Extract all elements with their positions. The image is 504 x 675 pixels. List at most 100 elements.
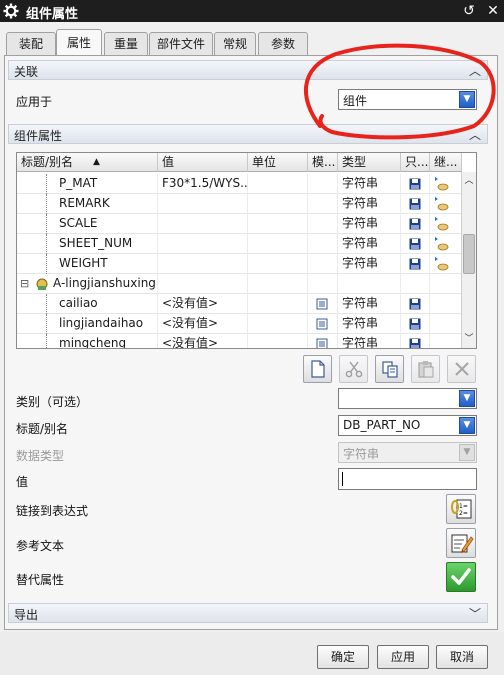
expression-icon: 1= 2= bbox=[451, 499, 472, 519]
link-expression-button[interactable]: 1= 2= bbox=[446, 494, 476, 524]
chevron-up-icon[interactable]: ︿ bbox=[469, 62, 481, 79]
cell-value bbox=[158, 214, 248, 234]
checkmark-icon bbox=[451, 568, 471, 585]
cell-readonly bbox=[401, 314, 430, 334]
chevron-down-icon[interactable]: ▼ bbox=[459, 417, 475, 434]
tab-weight[interactable]: 重量 bbox=[104, 32, 148, 56]
cell-type: 字符串 bbox=[338, 214, 401, 234]
cell-title-text: SCALE bbox=[59, 216, 98, 230]
cell-type: 字符串 bbox=[338, 234, 401, 254]
save-disk-icon bbox=[409, 258, 421, 270]
gear-icon bbox=[3, 3, 19, 19]
table-scrollbar[interactable]: ︿ ﹀ bbox=[461, 172, 476, 348]
save-disk-icon bbox=[409, 218, 421, 230]
cell-title: WEIGHT bbox=[17, 254, 158, 274]
column-unit[interactable]: 单位 bbox=[248, 153, 308, 172]
cell-template bbox=[308, 234, 338, 254]
column-readonly[interactable]: 只... bbox=[401, 153, 430, 172]
ok-button[interactable]: 确定 bbox=[317, 645, 369, 669]
category-select[interactable]: ▼ bbox=[338, 388, 477, 409]
cell-inherit bbox=[430, 334, 462, 348]
cell-template bbox=[308, 294, 338, 314]
copy-icon bbox=[382, 361, 398, 378]
inherit-icon bbox=[435, 197, 449, 211]
cut-button[interactable] bbox=[339, 355, 368, 383]
column-inherit[interactable]: 继... bbox=[430, 153, 462, 172]
title-alias-select[interactable]: DB_PART_NO ▼ bbox=[338, 415, 477, 436]
cell-title: ⊟ A-lingjianshuxing bbox=[17, 274, 158, 294]
new-attribute-button[interactable] bbox=[303, 355, 332, 383]
cell-unit bbox=[248, 194, 308, 214]
tab-general[interactable]: 常规 bbox=[214, 32, 256, 56]
table-row[interactable]: REMARK 字符串 bbox=[17, 194, 462, 214]
scroll-up-icon[interactable]: ︿ bbox=[462, 174, 476, 188]
chevron-up-icon[interactable]: ︿ bbox=[469, 126, 481, 143]
cell-template bbox=[308, 334, 338, 348]
table-row[interactable]: cailiao <没有值> 字符串 bbox=[17, 294, 462, 314]
tree-line bbox=[46, 174, 56, 194]
cell-value bbox=[158, 254, 248, 274]
cell-unit bbox=[248, 234, 308, 254]
inherit-icon bbox=[435, 217, 449, 231]
cell-readonly bbox=[401, 194, 430, 214]
cell-unit bbox=[248, 254, 308, 274]
svg-text:2=: 2= bbox=[459, 510, 468, 517]
collapse-icon[interactable]: ⊟ bbox=[20, 274, 29, 293]
cancel-button[interactable]: 取消 bbox=[436, 645, 488, 669]
inherit-icon bbox=[435, 257, 449, 271]
chevron-down-icon[interactable]: ▼ bbox=[459, 390, 475, 407]
cell-unit bbox=[248, 174, 308, 194]
delete-button[interactable] bbox=[447, 355, 476, 383]
cell-value: <没有值> bbox=[158, 314, 248, 334]
cell-title-text: WEIGHT bbox=[59, 256, 108, 270]
chevron-down-icon[interactable]: ▼ bbox=[459, 91, 475, 108]
apply-button[interactable]: 应用 bbox=[377, 645, 429, 669]
close-icon[interactable]: ✕ bbox=[484, 2, 502, 20]
copy-button[interactable] bbox=[375, 355, 404, 383]
attribute-table[interactable]: 标题/别名 ▲ 值 单位 模... 类型 只... 继... P_MAT F30*… bbox=[16, 152, 477, 349]
paste-button[interactable] bbox=[411, 355, 440, 383]
table-header: 标题/别名 ▲ 值 单位 模... 类型 只... 继... bbox=[17, 153, 462, 172]
value-input[interactable] bbox=[338, 468, 477, 490]
section-association[interactable]: 关联 ︿ bbox=[8, 60, 488, 80]
reset-icon[interactable]: ↺ bbox=[460, 2, 478, 20]
cell-inherit bbox=[430, 254, 462, 274]
scrollbar-thumb[interactable] bbox=[463, 234, 475, 274]
column-title-alias[interactable]: 标题/别名 ▲ bbox=[17, 153, 158, 172]
alternate-attribute-toggle[interactable] bbox=[446, 562, 476, 592]
cell-title: SHEET_NUM bbox=[17, 234, 158, 254]
tab-attributes[interactable]: 属性 bbox=[56, 29, 102, 56]
column-type[interactable]: 类型 bbox=[338, 153, 401, 172]
cell-value bbox=[158, 274, 248, 294]
section-component-attributes-label: 组件属性 bbox=[14, 129, 63, 143]
cell-title: SCALE bbox=[17, 214, 158, 234]
cell-readonly bbox=[401, 174, 430, 194]
table-row[interactable]: ⊟ A-lingjianshuxing bbox=[17, 274, 462, 294]
cell-title-text: cailiao bbox=[59, 296, 98, 310]
table-row[interactable]: lingjiandaihao <没有值> 字符串 bbox=[17, 314, 462, 334]
column-template[interactable]: 模... bbox=[308, 153, 338, 172]
category-label: 类别（可选） bbox=[16, 395, 89, 409]
tab-parameters[interactable]: 参数 bbox=[258, 32, 308, 56]
section-export[interactable]: 导出 ﹀ bbox=[8, 603, 488, 623]
reference-text-button[interactable] bbox=[446, 528, 476, 558]
apply-to-select[interactable]: 组件 ▼ bbox=[338, 89, 477, 110]
table-row[interactable]: SCALE 字符串 bbox=[17, 214, 462, 234]
table-row[interactable]: SHEET_NUM 字符串 bbox=[17, 234, 462, 254]
cell-readonly bbox=[401, 214, 430, 234]
delete-x-icon bbox=[455, 362, 469, 376]
column-value[interactable]: 值 bbox=[158, 153, 248, 172]
scroll-down-icon[interactable]: ﹀ bbox=[462, 332, 476, 346]
table-row[interactable]: mingcheng <没有值> 字符串 bbox=[17, 334, 462, 349]
section-association-label: 关联 bbox=[14, 65, 39, 79]
table-row[interactable]: P_MAT F30*1.5/WYS... 字符串 bbox=[17, 174, 462, 194]
svg-text:1=: 1= bbox=[459, 503, 468, 510]
table-row[interactable]: WEIGHT 字符串 bbox=[17, 254, 462, 274]
tab-part-file[interactable]: 部件文件 bbox=[149, 32, 213, 56]
cell-title-text: mingcheng bbox=[59, 336, 127, 349]
cell-template bbox=[308, 174, 338, 194]
chevron-down-icon[interactable]: ﹀ bbox=[469, 605, 481, 622]
cell-title: P_MAT bbox=[17, 174, 158, 194]
tab-assembly[interactable]: 装配 bbox=[6, 32, 56, 56]
section-component-attributes[interactable]: 组件属性 ︿ bbox=[8, 124, 488, 144]
